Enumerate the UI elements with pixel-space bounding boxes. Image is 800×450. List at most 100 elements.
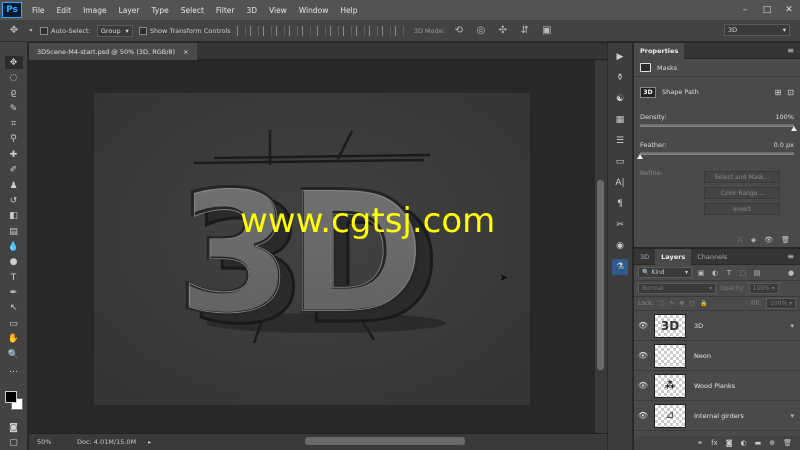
- move-tool-icon[interactable]: ✥: [6, 23, 22, 39]
- fill-field[interactable]: 100% ▾: [766, 298, 796, 309]
- visibility-eye-icon[interactable]: 👁: [634, 411, 652, 420]
- smart-object-filter-icon[interactable]: ▤: [752, 268, 762, 277]
- close-tab-icon[interactable]: ×: [183, 48, 188, 56]
- menu-file[interactable]: File: [26, 6, 51, 15]
- orbit-3d-icon[interactable]: ⟲: [451, 23, 467, 39]
- brush-presets-icon[interactable]: ⚱: [612, 70, 628, 86]
- show-transform-controls-checkbox[interactable]: Show Transform Controls: [138, 26, 231, 35]
- feather-slider-knob[interactable]: [637, 154, 643, 159]
- type-tool-icon[interactable]: T: [5, 271, 23, 284]
- slide-3d-icon[interactable]: ⇵: [517, 23, 533, 39]
- layer-name[interactable]: Wood Planks: [694, 382, 735, 390]
- document-tab[interactable]: 3DScene-M4-start.psd @ 50% (3D, RGB/8) ×: [29, 43, 197, 60]
- visibility-eye-icon[interactable]: 👁: [634, 321, 652, 330]
- feather-slider[interactable]: Feather: 0.0 px: [634, 141, 800, 159]
- invert-button[interactable]: Invert: [704, 203, 780, 215]
- history-brush-tool-icon[interactable]: ↺: [5, 194, 23, 207]
- expand-chevron-icon[interactable]: ▾: [790, 322, 794, 330]
- zoom-tool-icon[interactable]: 🔍: [5, 348, 23, 361]
- move-tool-icon[interactable]: ✥: [4, 56, 23, 70]
- foreground-color-swatch[interactable]: [4, 390, 17, 403]
- distribute-vcenter-icon[interactable]: [329, 25, 339, 36]
- lock-position-icon[interactable]: ✥: [679, 300, 684, 307]
- menu-type[interactable]: Type: [146, 6, 175, 15]
- align-bottom-icon[interactable]: [262, 25, 272, 36]
- menu-help[interactable]: Help: [334, 6, 363, 15]
- chevron-down-icon[interactable]: ▾: [28, 23, 34, 39]
- adjustment-layer-icon[interactable]: ◐: [741, 439, 747, 447]
- canvas[interactable]: 3D 3D 3D www.cgtsj.com ➤: [94, 93, 530, 405]
- menu-window[interactable]: Window: [293, 6, 335, 15]
- crop-tool-icon[interactable]: ⌗: [5, 117, 23, 130]
- align-top-icon[interactable]: [236, 25, 246, 36]
- folder-icon[interactable]: ▬: [755, 439, 762, 447]
- expand-chevron-icon[interactable]: ▾: [790, 412, 794, 420]
- auto-align-icon[interactable]: [394, 25, 404, 36]
- align-vcenter-icon[interactable]: [249, 25, 259, 36]
- tools-presets-icon[interactable]: ✂: [612, 217, 628, 233]
- layer-row[interactable]: 👁 Neon: [634, 341, 800, 371]
- 3d-panel-icon[interactable]: ⚗: [612, 259, 628, 275]
- trash-icon[interactable]: 🗑: [783, 439, 792, 447]
- scale-3d-icon[interactable]: ▣: [539, 23, 555, 39]
- density-slider[interactable]: Density: 100%: [634, 113, 800, 131]
- fx-icon[interactable]: fx: [711, 439, 718, 447]
- styles-panel-icon[interactable]: ◉: [612, 238, 628, 254]
- type-filter-icon[interactable]: T: [724, 268, 734, 277]
- healing-brush-tool-icon[interactable]: ✚: [5, 148, 23, 161]
- properties-tab[interactable]: Properties: [634, 42, 685, 59]
- menu-view[interactable]: View: [263, 6, 293, 15]
- brush-tool-icon[interactable]: ✐: [5, 164, 23, 177]
- filter-toggle-icon[interactable]: ●: [786, 268, 796, 277]
- panel-menu-icon[interactable]: ≡: [787, 46, 794, 55]
- properties-panel-icon[interactable]: ☰: [612, 133, 628, 149]
- clone-stamp-tool-icon[interactable]: ♟: [5, 179, 23, 192]
- roll-3d-icon[interactable]: ◎: [473, 23, 489, 39]
- paragraph-panel-icon[interactable]: ¶: [612, 196, 628, 212]
- minimize-button[interactable]: –: [734, 0, 756, 20]
- align-left-icon[interactable]: [275, 25, 285, 36]
- visibility-eye-icon[interactable]: 👁: [764, 236, 773, 244]
- visibility-eye-icon[interactable]: 👁: [634, 351, 652, 360]
- more-tools-icon[interactable]: …: [5, 363, 23, 376]
- layer-name[interactable]: 3D: [694, 322, 703, 330]
- distribute-top-icon[interactable]: [316, 25, 326, 36]
- color-swatches[interactable]: [3, 389, 25, 412]
- align-right-icon[interactable]: [301, 25, 311, 36]
- menu-image[interactable]: Image: [77, 6, 113, 15]
- tab-3d[interactable]: 3D: [634, 249, 655, 265]
- menu-edit[interactable]: Edit: [51, 6, 78, 15]
- hand-tool-icon[interactable]: ✋: [5, 332, 23, 345]
- link-layers-icon[interactable]: ⚭: [697, 439, 703, 447]
- distribute-right-icon[interactable]: [381, 25, 391, 36]
- distribute-hcenter-icon[interactable]: [368, 25, 378, 36]
- pen-tool-icon[interactable]: ✒: [5, 286, 23, 299]
- path-select-tool-icon[interactable]: ↖: [5, 302, 23, 315]
- menu-filter[interactable]: Filter: [210, 6, 241, 15]
- character-panel-icon[interactable]: A|: [612, 175, 628, 191]
- add-vector-mask-icon[interactable]: ⊡: [787, 88, 794, 97]
- menu-3d[interactable]: 3D: [240, 6, 263, 15]
- document-window[interactable]: 3D 3D 3D www.cgtsj.com ➤: [29, 60, 595, 433]
- gradient-tool-icon[interactable]: ▤: [5, 225, 23, 238]
- lock-pixels-icon[interactable]: ✎: [669, 300, 674, 307]
- horizontal-scroll-thumb[interactable]: [305, 437, 465, 445]
- adjustments-icon[interactable]: ☯: [612, 91, 628, 107]
- panel-menu-icon[interactable]: ≡: [787, 252, 794, 261]
- marquee-tool-icon[interactable]: ◌: [5, 71, 23, 84]
- paths-panel-icon[interactable]: ▭: [612, 154, 628, 170]
- pan-3d-icon[interactable]: ✣: [495, 23, 511, 39]
- swatches-panel-icon[interactable]: ▦: [612, 112, 628, 128]
- shape-filter-icon[interactable]: ⬚: [738, 268, 748, 277]
- vertical-scrollbar[interactable]: [595, 60, 607, 433]
- pixel-filter-icon[interactable]: ▣: [696, 268, 706, 277]
- vertical-scroll-thumb[interactable]: [597, 180, 604, 370]
- add-mask-icon[interactable]: ◙: [726, 439, 733, 447]
- screen-mode-icon[interactable]: ▢: [5, 437, 23, 450]
- tab-layers[interactable]: Layers: [655, 248, 692, 265]
- dodge-tool-icon[interactable]: ●: [5, 256, 23, 269]
- auto-select-checkbox[interactable]: Auto-Select:: [40, 26, 91, 35]
- lock-transparent-icon[interactable]: ⬚: [659, 300, 665, 307]
- quick-select-tool-icon[interactable]: ✎: [5, 102, 23, 115]
- history-panel-icon[interactable]: ▶: [612, 49, 628, 65]
